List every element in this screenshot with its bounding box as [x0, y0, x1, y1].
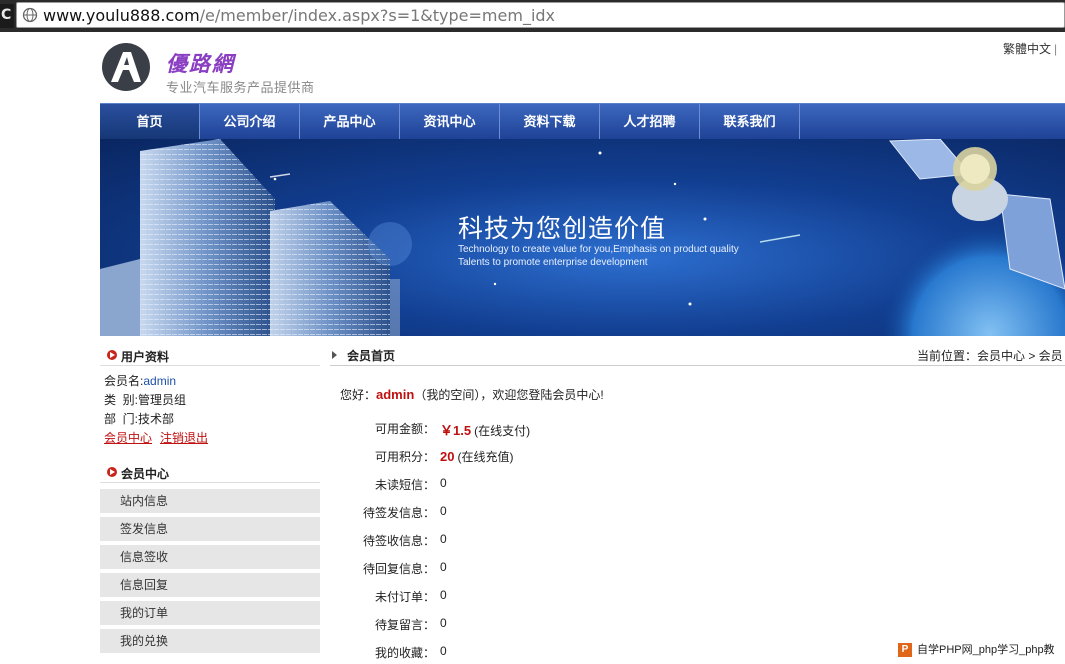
stat-label: 未付订单：: [374, 590, 435, 604]
nav-item[interactable]: 产品中心: [300, 104, 400, 139]
stat-label: 待回复信息：: [362, 562, 435, 576]
logout-link[interactable]: 注销退出: [160, 431, 208, 445]
banner-subtitle-line-2: Talents to promote enterprise developmen…: [458, 257, 648, 268]
stat-value-group: 0: [440, 588, 447, 602]
username-line: 会员名:admin: [104, 372, 176, 389]
stat-value: 0: [440, 532, 447, 546]
watermark-text: 自学PHP网_php学习_php教: [917, 644, 1055, 656]
php-logo-icon: P: [898, 643, 912, 657]
username-label: 会员名:: [104, 374, 144, 388]
stat-value-group: 0: [440, 560, 447, 574]
main-nav: 首页 公司介绍 产品中心 资讯中心 资料下载 人才招聘 联系我们: [100, 103, 1065, 139]
category-line: 类 别:管理员组: [104, 391, 186, 408]
profile-heading: 用户资料: [100, 344, 320, 366]
department-value: 技术部: [138, 412, 175, 426]
stat-value-group: 0: [440, 476, 447, 490]
username-value: admin: [143, 374, 177, 388]
stat-value-group: 20 (在线充值): [440, 448, 513, 465]
greeting-username: admin: [376, 387, 415, 402]
stat-action-link[interactable]: (在线充值): [457, 450, 513, 464]
member-menu-item[interactable]: 信息回复: [100, 573, 320, 597]
stat-label: 可用金额：: [374, 422, 435, 436]
breadcrumb: 当前位置：会员中心 > 会员: [917, 349, 1063, 363]
main-heading-bar: 会员首页 当前位置：会员中心 > 会员: [330, 344, 1065, 366]
nav-item[interactable]: 公司介绍: [200, 104, 300, 139]
greeting-suffix: （我的空间），欢迎您登陆会员中心!: [414, 388, 604, 402]
banner-subtitle: Technology to create value for you,Empha…: [458, 243, 739, 269]
stat-row: 可用金额： ￥1.5 (在线支付): [300, 420, 700, 438]
site-header: 優路網 专业汽车服务产品提供商 繁體中文 |: [0, 32, 1065, 102]
url-text[interactable]: www.youlu888.com/e/member/index.aspx?s=1…: [43, 6, 555, 25]
department-label: 部 门:: [104, 412, 139, 426]
banner-subtitle-line-1: Technology to create value for you,Empha…: [458, 244, 739, 255]
arrow-bullet-icon: [107, 350, 117, 360]
member-menu-item[interactable]: 我的订单: [100, 601, 320, 625]
stat-row: 待签收信息： 0: [300, 532, 700, 550]
profile-heading-text: 用户资料: [121, 350, 170, 364]
greeting-prefix: 您好：: [340, 388, 377, 402]
logo-subtitle: 专业汽车服务产品提供商: [166, 80, 315, 95]
url-field[interactable]: www.youlu888.com/e/member/index.aspx?s=1…: [16, 2, 1065, 28]
stat-label: 我的收藏：: [374, 646, 435, 660]
stat-label: 未读短信：: [374, 478, 435, 492]
stat-value: 0: [440, 644, 447, 658]
member-menu-item[interactable]: 站内信息: [100, 489, 320, 513]
logo-icon[interactable]: [101, 42, 151, 92]
stat-value: 0: [440, 616, 447, 630]
stat-value-group: 0: [440, 504, 447, 518]
site-watermark: P 自学PHP网_php学习_php教: [895, 640, 1065, 660]
nav-item[interactable]: 资讯中心: [400, 104, 500, 139]
stat-value: 20: [440, 449, 455, 464]
member-menu-item[interactable]: 信息签收: [100, 545, 320, 569]
stat-row: 可用积分： 20 (在线充值): [300, 448, 700, 466]
profile-links: 会员中心 注销退出: [104, 429, 216, 446]
stat-row: 我的收藏： 0: [300, 644, 700, 662]
stat-row: 未读短信： 0: [300, 476, 700, 494]
stat-value: 0: [440, 588, 447, 602]
stat-label: 待签收信息：: [362, 534, 435, 548]
stat-label: 可用积分：: [374, 450, 435, 464]
reload-icon[interactable]: C: [0, 4, 14, 28]
nav-item[interactable]: 首页: [100, 104, 200, 139]
triangle-bullet-icon: [332, 351, 337, 359]
stat-action-link[interactable]: (在线支付): [474, 424, 530, 438]
stat-row: 未付订单： 0: [300, 588, 700, 606]
language-switch: 繁體中文 |: [1003, 40, 1057, 57]
stat-value-group: 0: [440, 616, 447, 630]
arrow-bullet-icon: [107, 467, 117, 477]
globe-icon: [22, 7, 38, 23]
member-center-heading-text: 会员中心: [121, 467, 170, 481]
stat-value: 0: [440, 560, 447, 574]
nav-item[interactable]: 人才招聘: [600, 104, 700, 139]
nav-item[interactable]: 联系我们: [700, 104, 800, 139]
category-value: 管理员组: [138, 393, 187, 407]
browser-address-bar: C www.youlu888.com/e/member/index.aspx?s…: [0, 0, 1065, 32]
stat-row: 待签发信息： 0: [300, 504, 700, 522]
stat-value: 0: [440, 476, 447, 490]
category-label: 类 别:: [104, 393, 139, 407]
nav-item[interactable]: 资料下载: [500, 104, 600, 139]
stat-value-group: 0: [440, 644, 447, 658]
member-menu-item[interactable]: 签发信息: [100, 517, 320, 541]
stat-label: 待签发信息：: [362, 506, 435, 520]
hero-banner: 科技为您创造价值 Technology to create value for …: [100, 139, 1065, 336]
lang-separator: |: [1054, 42, 1058, 56]
member-center-heading: 会员中心: [100, 461, 320, 483]
stat-row: 待回复信息： 0: [300, 560, 700, 578]
greeting: 您好：admin（我的空间），欢迎您登陆会员中心!: [340, 386, 604, 403]
stat-value-group: 0: [440, 532, 447, 546]
stat-value: ￥1.5: [440, 423, 472, 438]
stat-value: 0: [440, 504, 447, 518]
member-center-link[interactable]: 会员中心: [104, 431, 152, 445]
banner-title: 科技为您创造价值: [458, 215, 667, 243]
department-line: 部 门:技术部: [104, 410, 174, 427]
logo-title: 優路網: [166, 51, 235, 76]
member-menu-item[interactable]: 我的兑换: [100, 629, 320, 653]
main-heading: 会员首页: [347, 349, 396, 363]
stat-value-group: ￥1.5 (在线支付): [440, 420, 530, 439]
traditional-chinese-link[interactable]: 繁體中文: [1003, 42, 1051, 56]
stat-row: 待复留言： 0: [300, 616, 700, 634]
stat-label: 待复留言：: [374, 618, 435, 632]
